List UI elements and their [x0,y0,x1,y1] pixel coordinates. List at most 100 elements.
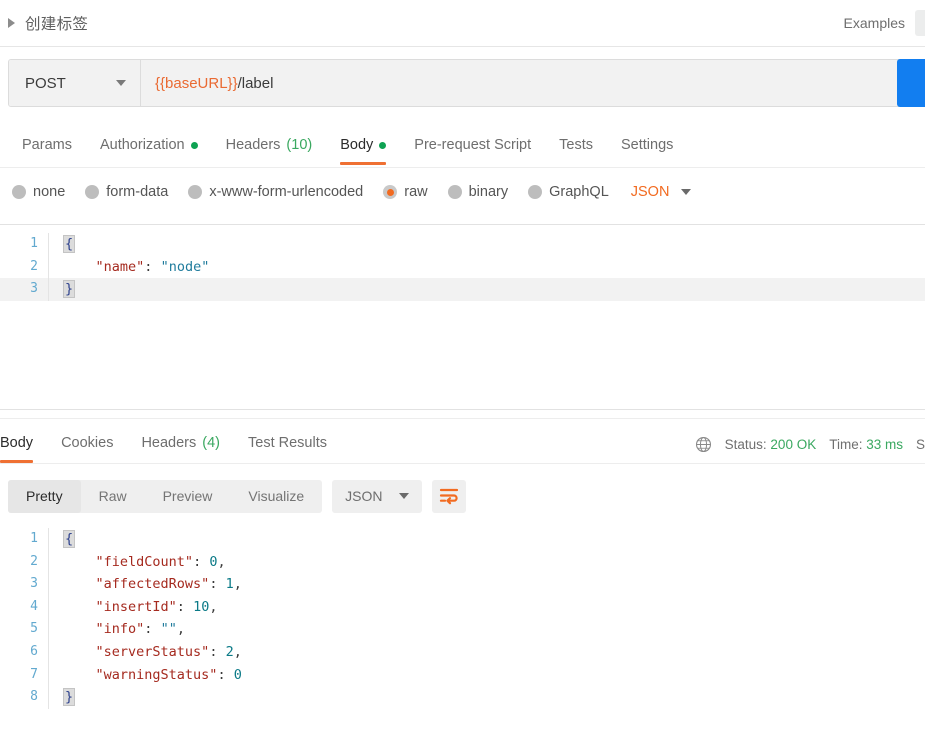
code-token-key: "warningStatus" [95,666,218,683]
code-token-num: 10 [193,598,210,615]
code-token-pun: , [233,576,242,593]
code-line: 2 "name": "node" [0,255,925,279]
line-number: 1 [30,531,38,546]
code-line: 6 "serverStatus": 2, [0,640,925,664]
chevron-down-icon [116,80,126,86]
code-token-pun: , [209,598,218,615]
url-path: /label [237,74,274,92]
code-token-key: "serverStatus" [95,643,210,660]
view-raw[interactable]: Raw [81,480,145,513]
response-tab-cookies[interactable]: Cookies [47,424,127,462]
code-token-pun: , [176,621,185,638]
word-wrap-button[interactable] [431,479,466,513]
code-token-pun: , [233,643,242,660]
triangle-right-icon[interactable] [8,18,15,28]
response-tab-headers[interactable]: Headers (4) [127,424,234,462]
code-token-pun: : [144,258,161,275]
time-value: 33 ms [866,436,903,452]
tab-body[interactable]: Body [326,126,400,165]
code-token-pun: : [217,666,234,683]
tab-label: Headers [141,435,197,451]
line-number: 8 [30,689,38,705]
code-text: { [49,233,76,256]
radio-icon [12,185,26,199]
view-pretty[interactable]: Pretty [8,479,81,513]
code-token-num: 0 [233,666,242,683]
body-type-urlencoded[interactable]: x-www-form-urlencoded [188,184,363,200]
view-visualize[interactable]: Visualize [230,480,322,513]
tab-tests[interactable]: Tests [545,126,607,164]
examples-button[interactable]: Examples [834,11,911,35]
tab-headers[interactable]: Headers (10) [212,126,327,164]
url-input-group: POST {{baseURL}}/label [8,59,917,107]
request-tabs: Params Authorization Headers (10) Body P… [0,126,925,168]
size-label: S [915,436,925,452]
code-line: 3 "affectedRows": 1, [0,573,925,596]
tab-pre-request-script[interactable]: Pre-request Script [400,126,545,164]
tab-authorization[interactable]: Authorization [86,126,212,164]
radio-label: raw [404,184,428,200]
body-format-label: JSON [630,184,670,200]
line-number: 5 [30,621,38,637]
line-number: 6 [30,643,38,659]
code-token-num: 2 [225,643,234,660]
request-title-group[interactable]: 创建标签 [0,12,88,34]
code-token-key: "fieldCount" [95,553,194,570]
code-text: "info": "", [49,618,185,641]
body-type-none[interactable]: none [12,184,65,200]
body-type-form-data[interactable]: form-data [85,184,168,200]
status-group: Status: 200 OK [725,437,817,452]
line-number: 7 [30,666,38,682]
status-label: Status: [724,436,767,452]
code-line: 3} [0,278,925,301]
body-type-graphql[interactable]: GraphQL [528,184,609,200]
code-line: 8} [0,686,925,709]
tab-params[interactable]: Params [8,126,86,164]
code-text: "name": "node" [49,256,210,279]
radio-label: GraphQL [549,184,609,200]
tab-label: Settings [620,137,674,153]
radio-selected-icon [383,185,398,199]
tab-settings[interactable]: Settings [607,126,687,164]
tab-label: Params [22,137,72,153]
tab-label: Pre-request Script [414,137,532,153]
code-text: { [49,528,76,551]
url-variable: {{baseURL}} [155,74,238,92]
status-value: 200 OK [770,436,817,452]
page-title: 创建标签 [25,16,89,33]
response-body-editor[interactable]: 1{2 "fieldCount": 0, 3 "affectedRows": 1,… [0,520,925,736]
request-body-editor[interactable]: 1 {2 "name": "node" 3} [0,224,925,410]
view-preview[interactable]: Preview [145,480,231,513]
response-format-select[interactable]: JSON [332,479,422,513]
line-number: 3 [30,281,38,297]
response-view-switch: Pretty Raw Preview Visualize [8,479,323,513]
response-tab-body[interactable]: Body [0,424,47,463]
send-button[interactable] [897,59,925,107]
body-type-raw[interactable]: raw [383,184,428,200]
response-code-lines: 1{2 "fieldCount": 0, 3 "affectedRows": 1,… [0,520,925,709]
chevron-down-icon [681,189,692,195]
code-token-pun: : [193,553,210,570]
status-dot-icon [190,141,198,149]
radio-icon [188,185,203,199]
code-text: "affectedRows": 1, [49,573,242,596]
examples-dropdown-edge[interactable] [915,10,925,36]
code-token-num: 1 [225,576,234,593]
url-input[interactable]: {{baseURL}}/label [141,60,916,106]
response-tab-test-results[interactable]: Test Results [234,424,341,462]
postman-request-view: 创建标签 Examples POST {{baseURL}}/label Par… [0,0,925,736]
code-text: } [49,686,76,709]
word-wrap-icon [439,488,458,505]
code-token-key: "info" [95,621,145,638]
title-bar-right: Examples [834,10,925,36]
response-headers-count-badge: (4) [202,435,220,451]
line-number: 1 [30,236,38,251]
http-method-select[interactable]: POST [9,60,141,106]
line-number: 3 [30,576,38,592]
body-type-binary[interactable]: binary [447,184,508,200]
code-line: 1{ [0,528,925,551]
body-format-select[interactable]: JSON [631,184,692,200]
code-text: "serverStatus": 2, [49,641,242,664]
code-line: 7 "warningStatus": 0 [0,663,925,687]
tab-label: Headers [225,137,281,153]
